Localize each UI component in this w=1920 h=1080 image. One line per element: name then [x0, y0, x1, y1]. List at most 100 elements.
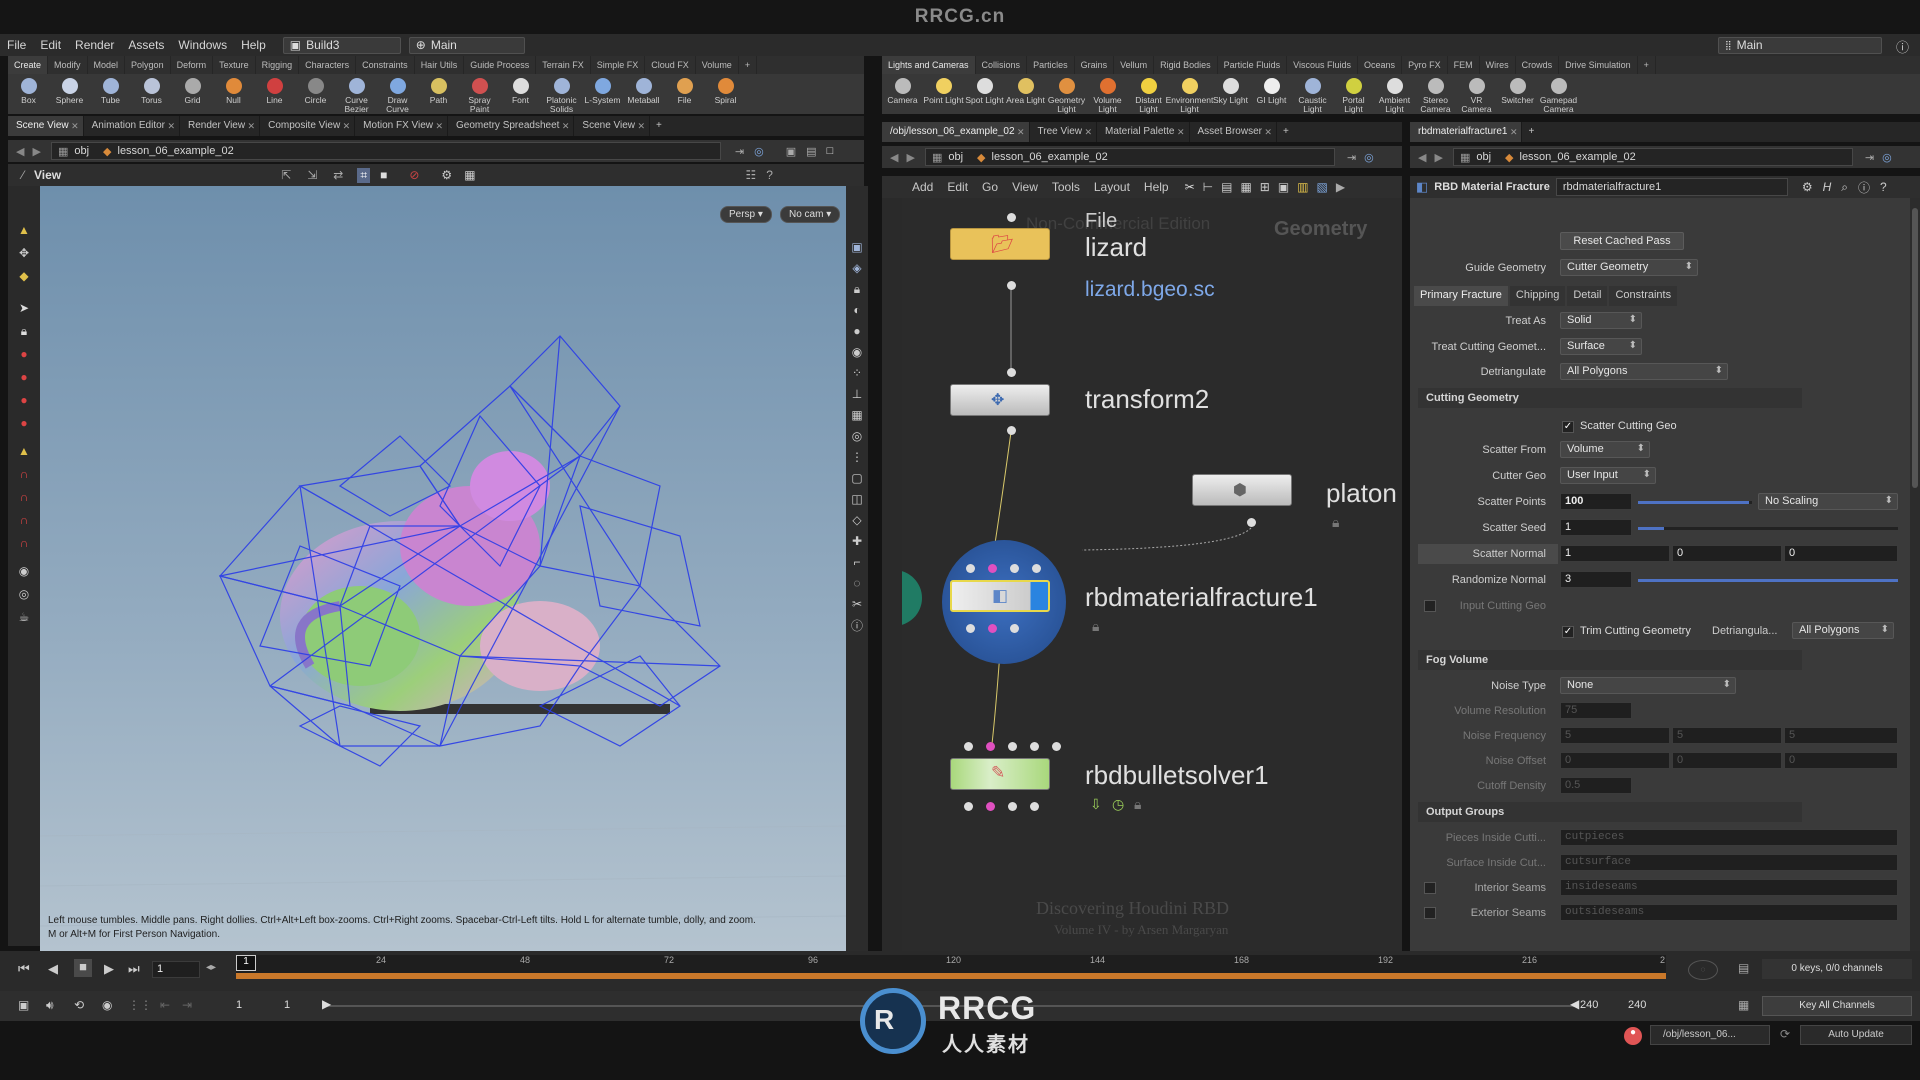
list-icon[interactable]: ▤	[1221, 180, 1232, 194]
right-shelf-tool-2[interactable]: Spot Light	[964, 74, 1005, 105]
network-box-icon[interactable]: ▧	[1317, 180, 1328, 194]
range-start-handle[interactable]: ▶	[322, 997, 331, 1011]
output-connector-3[interactable]	[1008, 802, 1017, 811]
view-mode-icon[interactable]: ⁄	[22, 168, 24, 182]
input-connector-4[interactable]	[1032, 564, 1041, 573]
pose-tool-icon[interactable]: ●	[13, 389, 35, 411]
right-shelf-tab-13[interactable]: Drive Simulation	[1559, 56, 1638, 74]
scene-path-field[interactable]: ▦ obj ◆ lesson_06_example_02	[50, 142, 721, 160]
main-desktop-dropdown[interactable]: ⊕ Main	[408, 36, 525, 54]
close-icon[interactable]: ✕	[1177, 122, 1185, 142]
wireframe-icon[interactable]: ◈	[849, 258, 865, 278]
left-shelf-tool-8[interactable]: Curve Bezier	[336, 74, 377, 114]
scaling-dropdown[interactable]: No Scaling	[1758, 493, 1898, 510]
arrow-tool-icon[interactable]: ➤	[13, 297, 35, 319]
loop-icon[interactable]: ⟲	[74, 998, 84, 1012]
menu-tools[interactable]: Tools	[1052, 180, 1080, 194]
handle-tool-icon[interactable]: ●	[13, 366, 35, 388]
right-shelf-tab-3[interactable]: Grains	[1075, 56, 1115, 74]
randomize-normal-field[interactable]: 3	[1560, 571, 1632, 588]
magnet-tool-icon[interactable]: ∩	[13, 463, 35, 485]
right-shelf-tool-4[interactable]: Geometry Light	[1046, 74, 1087, 114]
pivot-icon[interactable]: ⇄	[333, 168, 343, 182]
rbdmaterialfracture1-node[interactable]: ◧	[950, 580, 1050, 612]
lock-icon[interactable]: 🔒︎	[1134, 796, 1141, 813]
noise-frequency-y-field[interactable]: 5	[1672, 727, 1782, 744]
back-arrow-icon[interactable]: ◀	[890, 151, 898, 164]
left-shelf-tab-10[interactable]: Guide Process	[464, 56, 537, 74]
left-shelf-tab-9[interactable]: Hair Utils	[415, 56, 465, 74]
left-shelf-tool-13[interactable]: Platonic Solids	[541, 74, 582, 114]
left-shelf-tool-9[interactable]: Draw Curve	[377, 74, 418, 114]
normals-icon[interactable]: ⊥	[849, 384, 865, 404]
network-path-field[interactable]: ▦ obj ◆ lesson_06_example_02	[924, 148, 1335, 166]
3d-viewport[interactable]: Persp ▾ No cam ▾ Left mouse tumbles. Mid…	[40, 186, 846, 951]
snapshot-icon[interactable]: ◫	[849, 489, 865, 509]
link-icon[interactable]: ◎	[754, 145, 764, 158]
close-icon[interactable]: ✕	[167, 116, 175, 136]
input-connector-2[interactable]	[986, 742, 995, 751]
input-connector-3[interactable]	[1008, 742, 1017, 751]
right-shelf-tool-13[interactable]: Stereo Camera	[1415, 74, 1456, 114]
tab-render-view[interactable]: Render View ✕	[180, 116, 261, 136]
left-shelf-tab-12[interactable]: Simple FX	[591, 56, 646, 74]
right-shelf-tab-4[interactable]: Vellum	[1114, 56, 1155, 74]
left-shelf-tab-1[interactable]: Modify	[48, 56, 88, 74]
left-shelf-tool-7[interactable]: Circle	[295, 74, 336, 105]
tree-icon[interactable]: ⊢	[1203, 180, 1213, 194]
layout-icon[interactable]: ▣	[786, 145, 796, 158]
interior-seams-field[interactable]: insideseams	[1560, 879, 1898, 896]
trim-cutting-geometry-checkbox[interactable]: ✓	[1562, 626, 1574, 638]
right-desktop-dropdown[interactable]: ⣿ Main	[1718, 36, 1882, 54]
output-connector-2[interactable]	[988, 624, 997, 633]
exterior-seams-field[interactable]: outsideseams	[1560, 904, 1898, 921]
template-icon[interactable]: ◇	[849, 510, 865, 530]
tab-animation-editor[interactable]: Animation Editor ✕	[84, 116, 181, 136]
left-shelf-tool-16[interactable]: File	[664, 74, 705, 105]
right-shelf-tab-6[interactable]: Particle Fluids	[1218, 56, 1288, 74]
points-icon[interactable]: ⁘	[849, 363, 865, 383]
scatter-normal-y-field[interactable]: 0	[1672, 545, 1782, 562]
sticky-icon[interactable]: ▥	[1297, 180, 1308, 194]
right-shelf-tab-0[interactable]: Lights and Cameras	[882, 56, 976, 74]
tab-primary-fracture[interactable]: Primary Fracture	[1414, 286, 1508, 306]
output-connector[interactable]	[1007, 281, 1016, 290]
close-icon[interactable]: ✕	[1084, 122, 1092, 142]
right-shelf-tool-3[interactable]: Area Light	[1005, 74, 1046, 105]
left-shelf-tab-7[interactable]: Characters	[299, 56, 357, 74]
link-icon[interactable]: ◎	[1364, 151, 1374, 164]
guide-geometry-dropdown[interactable]: Cutter Geometry	[1560, 259, 1698, 276]
right-shelf-tab-10[interactable]: FEM	[1448, 56, 1480, 74]
stop-button-icon[interactable]: ■	[74, 959, 92, 977]
right-shelf-add-tab-button[interactable]: +	[1638, 56, 1656, 74]
right-shelf-tool-0[interactable]: Camera	[882, 74, 923, 105]
key-next-icon[interactable]: ⇥	[182, 998, 192, 1012]
menu-edit[interactable]: Edit	[33, 38, 68, 52]
tab-material-palette[interactable]: Material Palette ✕	[1097, 122, 1190, 142]
detriangulate-dropdown[interactable]: All Polygons	[1560, 363, 1728, 380]
right-shelf-tool-9[interactable]: GI Light	[1251, 74, 1292, 105]
add-tab-button[interactable]: +	[1277, 122, 1295, 142]
output-connector-1[interactable]	[966, 624, 975, 633]
node-name-field[interactable]: rbdmaterialfracture1	[1555, 178, 1788, 196]
add-tab-button[interactable]: +	[650, 116, 668, 136]
tab-parameters[interactable]: rbdmaterialfracture1 ✕	[1410, 122, 1523, 142]
grid-display-icon[interactable]: ▦	[464, 168, 475, 182]
output-connector-4[interactable]	[1030, 802, 1039, 811]
menu-assets[interactable]: Assets	[121, 38, 171, 52]
snap-icon[interactable]: ⌗	[357, 167, 371, 183]
pin-icon[interactable]: ⇥	[1347, 151, 1356, 164]
display-icon[interactable]: ▤	[806, 145, 816, 158]
guide-icon[interactable]: ⌐	[849, 552, 865, 572]
left-shelf-tab-8[interactable]: Constraints	[356, 56, 415, 74]
left-shelf-tab-6[interactable]: Rigging	[256, 56, 300, 74]
scatter-from-dropdown[interactable]: Volume	[1560, 441, 1650, 458]
right-shelf-tab-5[interactable]: Rigid Bodies	[1154, 56, 1218, 74]
help-icon[interactable]: ?	[1880, 180, 1887, 194]
left-shelf-tool-5[interactable]: Null	[213, 74, 254, 105]
output-connector[interactable]	[1007, 426, 1016, 435]
treat-as-dropdown[interactable]: Solid	[1560, 312, 1642, 329]
stop-icon[interactable]: ■	[380, 168, 387, 182]
add-tab-button[interactable]: +	[1522, 122, 1540, 142]
tab-scene-view-2[interactable]: Scene View ✕	[574, 116, 651, 136]
